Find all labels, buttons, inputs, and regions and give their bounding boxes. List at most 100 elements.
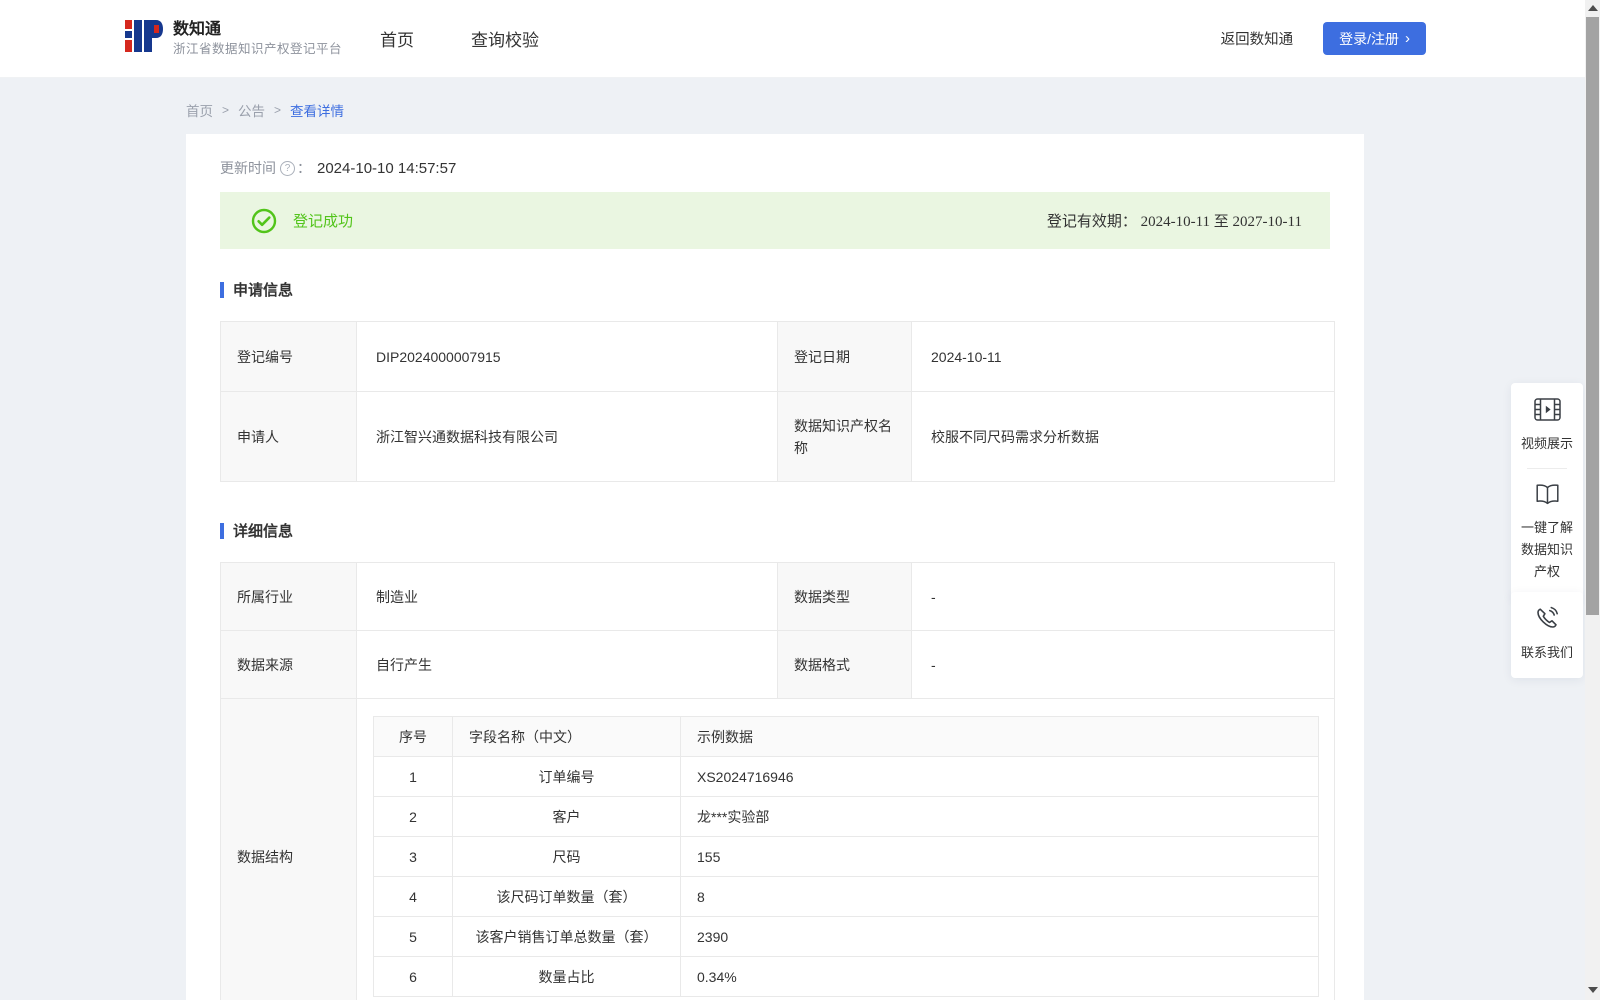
breadcrumb-current-detail: 查看详情 — [290, 104, 345, 119]
data-source-value: 自行产生 — [356, 630, 778, 699]
structure-header-row: 序号 字段名称（中文） 示例数据 — [373, 716, 1319, 757]
phone-icon — [1535, 606, 1559, 634]
section-accent-bar — [220, 281, 224, 298]
breadcrumb-home[interactable]: 首页 — [186, 100, 213, 120]
application-info-table: 登记编号 DIP2024000007915 登记日期 2024-10-11 申请… — [220, 321, 1335, 482]
cell-seq: 4 — [373, 876, 453, 917]
cell-field: 该尺码订单数量（套） — [452, 876, 681, 917]
guide-label-line1: 一键了解 — [1520, 520, 1573, 535]
application-info-section-title: 申请信息 — [220, 279, 1330, 300]
divider — [1527, 468, 1567, 469]
update-time-value: 2024-10-10 14:57:57 — [317, 159, 457, 177]
table-row: 3 尺码 155 — [373, 836, 1319, 877]
cell-field: 尺码 — [452, 836, 681, 877]
applicant-label: 申请人 — [220, 391, 357, 482]
cell-sample: XS2024716946 — [680, 756, 1319, 797]
page-scrollbar — [1585, 0, 1600, 1000]
data-format-value: - — [911, 630, 1335, 699]
logo-subtitle: 浙江省数据知识产权登记平台 — [173, 41, 343, 56]
video-icon — [1533, 398, 1561, 425]
data-type-value: - — [911, 562, 1335, 631]
side-panel-contact[interactable]: 联系我们 — [1511, 592, 1583, 678]
cell-sample: 龙***实验部 — [680, 796, 1319, 837]
colon: ： — [297, 160, 311, 176]
cell-sample: 0.34% — [680, 956, 1319, 997]
update-time-label: 更新时间 — [220, 160, 276, 176]
contact-us-label: 联系我们 — [1520, 645, 1573, 660]
breadcrumb-announcements[interactable]: 公告 — [238, 100, 265, 120]
data-structure-label: 数据结构 — [220, 698, 357, 1000]
scrollbar-thumb[interactable] — [1586, 17, 1599, 615]
data-type-label: 数据类型 — [777, 562, 912, 631]
status-badge: 登记成功 — [293, 213, 354, 230]
breadcrumb-separator: > — [222, 103, 230, 117]
top-header: 数知通 浙江省数据知识产权登记平台 首页 查询校验 返回数知通 登录/注册 › — [0, 0, 1600, 78]
col-header-field-name: 字段名称（中文） — [452, 716, 681, 757]
nav-query-verify[interactable]: 查询校验 — [469, 20, 541, 57]
table-row: 申请人 浙江智兴通数据科技有限公司 数据知识产权名称 校服不同尺码需求分析数据 — [220, 391, 1335, 482]
cell-field: 该客户销售订单总数量（套） — [452, 916, 681, 957]
book-icon — [1534, 484, 1561, 510]
reg-number-label: 登记编号 — [220, 321, 357, 392]
guide-label-line3: 产权 — [1533, 564, 1560, 579]
scroll-down-arrow[interactable] — [1585, 982, 1600, 997]
col-header-sample-data: 示例数据 — [680, 716, 1319, 757]
login-register-label: 登录/注册 — [1339, 30, 1399, 47]
table-row: 1 订单编号 XS2024716946 — [373, 756, 1319, 797]
industry-value: 制造业 — [356, 562, 778, 631]
applicant-value: 浙江智兴通数据科技有限公司 — [356, 391, 778, 482]
video-showcase-item[interactable]: 视频展示 — [1515, 398, 1579, 455]
section-accent-bar — [220, 522, 224, 539]
cell-field: 订单编号 — [452, 756, 681, 797]
logo-ip-icon — [125, 15, 163, 62]
validity-value: 2024-10-11 至 2027-10-11 — [1140, 214, 1302, 230]
table-row: 数据来源 自行产生 数据格式 - — [220, 630, 1335, 699]
cell-sample: 155 — [680, 836, 1319, 877]
cell-seq: 6 — [373, 956, 453, 997]
back-to-shuzhitong-link[interactable]: 返回数知通 — [1221, 28, 1294, 49]
reg-number-value: DIP2024000007915 — [356, 321, 778, 392]
video-showcase-label: 视频展示 — [1520, 436, 1573, 451]
table-row: 数据结构 序号 字段名称（中文） 示例数据 1 订单编号 XS202471694… — [220, 698, 1335, 1000]
main-nav: 首页 查询校验 — [378, 20, 541, 57]
breadcrumb-separator: > — [274, 103, 282, 117]
cell-field: 客户 — [452, 796, 681, 837]
table-row: 4 该尺码订单数量（套） 8 — [373, 876, 1319, 917]
login-register-button[interactable]: 登录/注册 › — [1323, 22, 1426, 55]
scroll-up-arrow[interactable] — [1585, 0, 1600, 15]
chevron-right-icon: › — [1405, 30, 1410, 47]
cell-sample: 2390 — [680, 916, 1319, 957]
success-check-icon — [251, 208, 277, 234]
cell-sample: 8 — [680, 876, 1319, 917]
nav-home[interactable]: 首页 — [378, 20, 416, 57]
data-structure-table: 序号 字段名称（中文） 示例数据 1 订单编号 XS2024716946 2 客… — [373, 716, 1319, 997]
table-row: 5 该客户销售订单总数量（套） 2390 — [373, 916, 1319, 957]
ip-name-value: 校服不同尺码需求分析数据 — [911, 391, 1335, 482]
reg-date-label: 登记日期 — [777, 321, 912, 392]
update-time-row: 更新时间 ? ： 2024-10-10 14:57:57 — [220, 158, 1330, 178]
side-panel-top: 视频展示 一键了解 数据知识 产权 — [1511, 383, 1583, 599]
learn-data-ip-item[interactable]: 一键了解 数据知识 产权 — [1515, 483, 1579, 583]
table-row: 6 数量占比 0.34% — [373, 956, 1319, 997]
cell-seq: 3 — [373, 836, 453, 877]
table-row: 2 客户 龙***实验部 — [373, 796, 1319, 837]
industry-label: 所属行业 — [220, 562, 357, 631]
detail-info-table: 所属行业 制造业 数据类型 - 数据来源 自行产生 数据格式 - 数据结构 序号 — [220, 562, 1335, 1000]
ip-name-label: 数据知识产权名称 — [777, 391, 912, 482]
logo-title: 数知通 — [173, 20, 222, 38]
col-header-seq: 序号 — [373, 716, 453, 757]
detail-card: 更新时间 ? ： 2024-10-10 14:57:57 登记成功 登记有效期：… — [186, 134, 1364, 1000]
cell-seq: 5 — [373, 916, 453, 957]
cell-field: 数量占比 — [452, 956, 681, 997]
help-question-icon[interactable]: ? — [280, 160, 295, 176]
platform-logo[interactable]: 数知通 浙江省数据知识产权登记平台 — [125, 15, 342, 62]
data-source-label: 数据来源 — [220, 630, 357, 699]
validity-label: 登记有效期： — [1046, 214, 1137, 230]
detail-info-section-title: 详细信息 — [220, 520, 1330, 541]
cell-seq: 2 — [373, 796, 453, 837]
registration-success-banner: 登记成功 登记有效期： 2024-10-11 至 2027-10-11 — [220, 192, 1330, 249]
guide-label-line2: 数据知识 — [1520, 542, 1573, 557]
reg-date-value: 2024-10-11 — [911, 321, 1335, 392]
breadcrumb: 首页 > 公告 > 查看详情 — [186, 100, 1600, 120]
table-row: 登记编号 DIP2024000007915 登记日期 2024-10-11 — [220, 321, 1335, 392]
